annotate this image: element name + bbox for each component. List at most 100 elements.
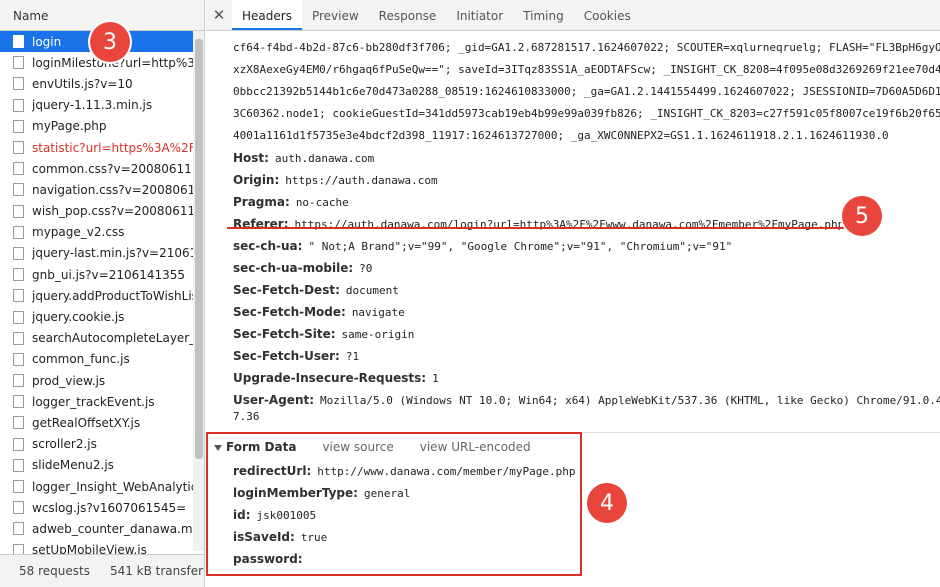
form-data-section-header[interactable]: Form Data view source view URL-encoded: [214, 437, 531, 457]
request-row[interactable]: statistic?url=https%3A%2F%2: [0, 137, 193, 158]
request-list: loginloginMilestone?url=http%3A...envUti…: [0, 31, 193, 561]
header-key: Pragma:: [233, 195, 290, 209]
tab-headers[interactable]: Headers: [232, 0, 302, 30]
request-name: logger_trackEvent.js: [32, 394, 155, 409]
header-value: Mozilla/5.0 (Windows NT 10.0; Win64; x64…: [320, 394, 940, 407]
request-name: envUtils.js?v=10: [32, 76, 133, 91]
request-row[interactable]: getRealOffsetXY.js: [0, 412, 193, 433]
header-row-user-agent: User-Agent: Mozilla/5.0 (Windows NT 10.0;…: [233, 389, 940, 411]
form-field-password: password:: [233, 548, 309, 570]
tab-cookies[interactable]: Cookies: [574, 0, 641, 30]
request-row[interactable]: myPage.php: [0, 116, 193, 137]
header-row-referer: Referer: https://auth.danawa.com/login?ur…: [233, 213, 844, 235]
request-name: wish_pop.css?v=2008061111: [32, 204, 193, 219]
cookie-line: xzX8AexeGy4EM0/r6hgaq6fPuSeQw=="; saveId…: [233, 63, 940, 76]
tab-preview[interactable]: Preview: [302, 0, 369, 30]
file-icon: [13, 225, 24, 239]
file-icon: [13, 437, 24, 451]
form-key: isSaveId:: [233, 530, 295, 544]
file-icon: [13, 98, 24, 112]
request-name: mypage_v2.css: [32, 225, 125, 240]
file-icon: [13, 395, 24, 409]
request-row[interactable]: wcslog.js?v1607061545=: [0, 497, 193, 518]
request-name: searchAutocompleteLayer_UT: [32, 331, 193, 346]
request-name: common.css?v=2008061111: [32, 161, 193, 176]
request-row[interactable]: adweb_counter_danawa.min.js: [0, 518, 193, 539]
request-row[interactable]: slideMenu2.js: [0, 455, 193, 476]
close-icon[interactable]: ✕: [206, 0, 232, 30]
form-field-id: id: jsk001005: [233, 504, 316, 526]
transferred-size: 541 kB transferred: [109, 564, 204, 578]
header-value: navigate: [351, 306, 405, 319]
header-key: sec-ch-ua-mobile:: [233, 261, 354, 275]
file-icon: [13, 480, 24, 494]
annotation-badge-3: 3: [90, 22, 130, 62]
header-value: " Not;A Brand";v="99", "Google Chrome";v…: [308, 240, 733, 253]
request-row[interactable]: common_func.js: [0, 349, 193, 370]
request-list-scrollbar[interactable]: [193, 31, 204, 551]
request-row[interactable]: navigation.css?v=2008061111: [0, 179, 193, 200]
file-icon: [13, 289, 24, 303]
request-row[interactable]: jquery-1.11.3.min.js: [0, 95, 193, 116]
header-row-host: Host: auth.danawa.com: [233, 147, 374, 169]
file-icon: [13, 162, 24, 176]
request-name: jquery.cookie.js: [32, 310, 125, 325]
form-key: id:: [233, 508, 251, 522]
form-field-is-save-id: isSaveId: true: [233, 526, 327, 548]
request-name: common_func.js: [32, 352, 130, 367]
request-name: jquery.addProductToWishList.js: [32, 288, 193, 303]
request-row[interactable]: envUtils.js?v=10: [0, 73, 193, 94]
referer-annotation-underline: [227, 227, 847, 229]
file-icon: [13, 141, 24, 155]
view-source-link[interactable]: view source: [322, 440, 393, 454]
form-field-redirect-url: redirectUrl: http://www.danawa.com/member…: [233, 460, 576, 482]
request-name: scroller2.js: [32, 437, 97, 452]
request-row[interactable]: searchAutocompleteLayer_UT: [0, 328, 193, 349]
tab-response[interactable]: Response: [369, 0, 447, 30]
header-row-sec-ch-ua: sec-ch-ua: " Not;A Brand";v="99", "Google…: [233, 235, 732, 257]
form-value: general: [363, 487, 411, 500]
request-row[interactable]: prod_view.js: [0, 370, 193, 391]
request-row[interactable]: scroller2.js: [0, 434, 193, 455]
request-row[interactable]: jquery.cookie.js: [0, 306, 193, 327]
header-value: auth.danawa.com: [274, 152, 375, 165]
request-row[interactable]: logger_Insight_WebAnalytics.js: [0, 476, 193, 497]
request-name: navigation.css?v=2008061111: [32, 182, 193, 197]
header-key: sec-ch-ua:: [233, 239, 303, 253]
form-field-login-member-type: loginMemberType: general: [233, 482, 410, 504]
tab-initiator[interactable]: Initiator: [446, 0, 513, 30]
headers-detail-panel: cf64-f4bd-4b2d-87c6-bb280df3f706; _gid=G…: [206, 31, 940, 587]
cookie-line: 3C60362.node1; cookieGuestId=341dd5973ca…: [233, 107, 940, 120]
header-key: Sec-Fetch-Dest:: [233, 283, 340, 297]
form-value: http://www.danawa.com/member/myPage.php: [317, 465, 576, 478]
header-key: Sec-Fetch-Site:: [233, 327, 336, 341]
request-row[interactable]: wish_pop.css?v=2008061111: [0, 201, 193, 222]
header-row-sec-ch-ua-mobile: sec-ch-ua-mobile: ?0: [233, 257, 372, 279]
header-value: https://auth.danawa.com: [285, 174, 438, 187]
tab-timing[interactable]: Timing: [513, 0, 574, 30]
cookie-line: 4001a1161d1f5735e3e4bdcf2d398_11917:1624…: [233, 129, 889, 142]
request-row[interactable]: common.css?v=2008061111: [0, 158, 193, 179]
header-value: https://auth.danawa.com/login?url=http%3…: [294, 218, 845, 231]
request-name: gnb_ui.js?v=2106141355: [32, 267, 186, 282]
request-row[interactable]: jquery.addProductToWishList.js: [0, 285, 193, 306]
view-url-encoded-link[interactable]: view URL-encoded: [420, 440, 531, 454]
header-row-pragma: Pragma: no-cache: [233, 191, 349, 213]
header-key: Host:: [233, 151, 269, 165]
form-key: password:: [233, 552, 303, 566]
form-key: loginMemberType:: [233, 486, 358, 500]
network-status-bar: 58 requests 541 kB transferred: [0, 554, 204, 587]
request-row[interactable]: mypage_v2.css: [0, 222, 193, 243]
request-row[interactable]: jquery-last.min.js?v=21061413: [0, 243, 193, 264]
cookie-line: 0bbcc21392b5144b1c6e70d473a0288_08519:16…: [233, 85, 940, 98]
scrollbar-thumb[interactable]: [195, 39, 203, 459]
request-row[interactable]: gnb_ui.js?v=2106141355: [0, 264, 193, 285]
triangle-down-icon[interactable]: [214, 444, 222, 451]
file-icon: [13, 310, 24, 324]
request-name: jquery-last.min.js?v=21061413: [32, 246, 193, 261]
header-row-origin: Origin: https://auth.danawa.com: [233, 169, 438, 191]
request-row[interactable]: logger_trackEvent.js: [0, 391, 193, 412]
request-name: login: [32, 34, 62, 49]
header-row-sec-fetch-mode: Sec-Fetch-Mode: navigate: [233, 301, 405, 323]
file-icon: [13, 77, 24, 91]
